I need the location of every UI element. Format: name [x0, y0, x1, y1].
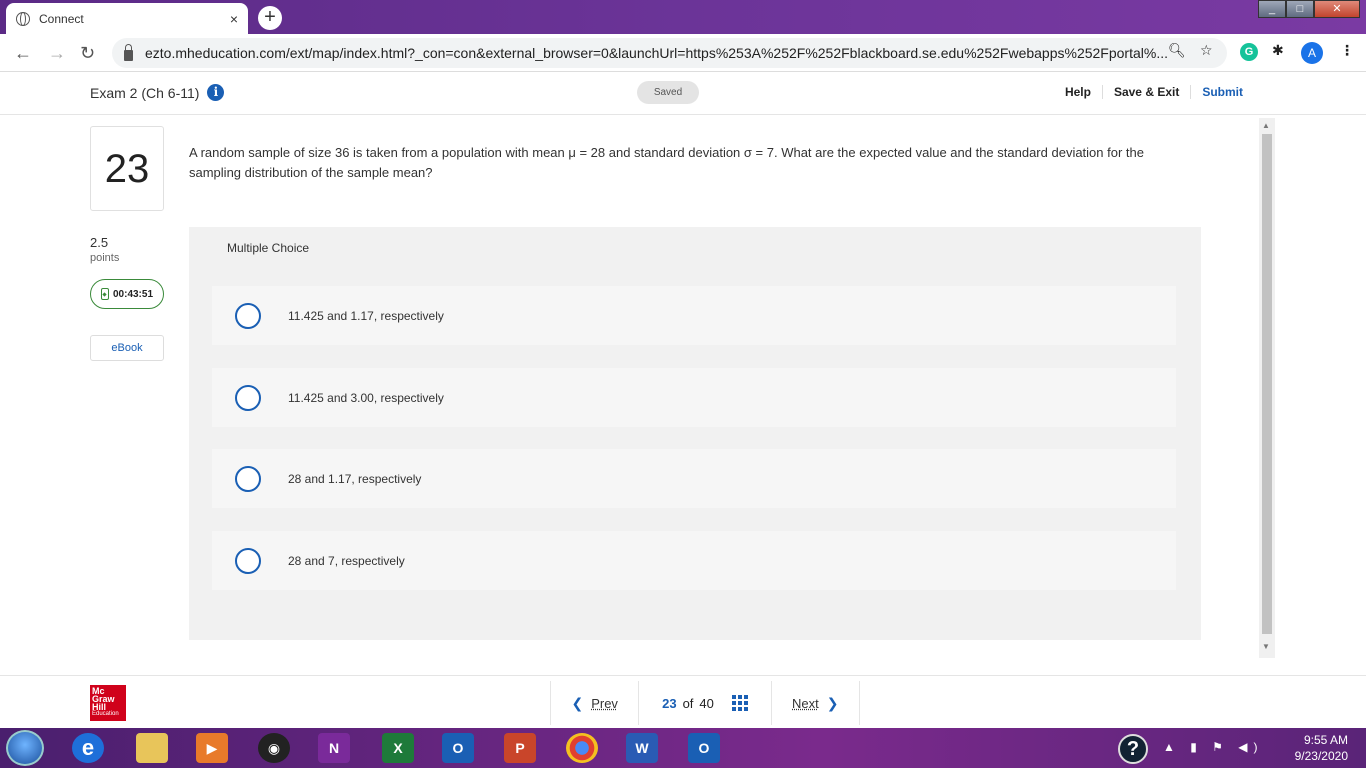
close-window-button[interactable]: ✕ [1314, 0, 1360, 18]
header-links: Help Save & Exit Submit [1054, 85, 1254, 99]
scrollbar-thumb[interactable] [1262, 134, 1272, 634]
points-value: 2.5 [90, 235, 109, 250]
back-icon[interactable]: ← [14, 43, 32, 64]
chevron-left-icon: ❮ [571, 694, 584, 711]
mcgraw-hill-logo: Mc Graw Hill Education [90, 685, 126, 721]
globe-icon [16, 11, 30, 26]
points-box: 2.5 points [90, 235, 119, 264]
powerpoint-icon[interactable]: P [504, 733, 536, 763]
radio-button[interactable] [235, 302, 261, 329]
file-explorer-icon[interactable] [136, 733, 168, 763]
next-button[interactable]: Next ❯ [772, 681, 859, 725]
radio-button[interactable] [235, 465, 261, 492]
answer-option[interactable]: 11.425 and 1.17, respectively [212, 286, 1176, 345]
chrome-icon[interactable] [566, 733, 598, 763]
zoom-icon[interactable]: 🔍︎ [1168, 42, 1186, 59]
answer-option[interactable]: 11.425 and 3.00, respectively [212, 368, 1176, 427]
bookmark-star-icon[interactable]: ☆ [1200, 42, 1213, 59]
exam-title: Exam 2 (Ch 6-11) i [90, 84, 225, 101]
scroll-down-icon[interactable]: ▼ [1262, 642, 1270, 651]
outlook-icon[interactable]: O [442, 733, 474, 763]
answer-option-text: 11.425 and 1.17, respectively [288, 308, 444, 323]
help-link[interactable]: Help [1054, 85, 1102, 99]
browser-tab-bar: Connect × + _ □ ✕ [0, 0, 1366, 34]
system-tray-icons[interactable]: ▲ ▮ ⚑ ◀) [1163, 740, 1263, 754]
radio-button[interactable] [235, 547, 261, 574]
scrollbar[interactable]: ▲ ▼ [1259, 118, 1275, 658]
profile-avatar[interactable]: A [1301, 42, 1323, 64]
internet-explorer-icon[interactable]: e [72, 733, 104, 763]
onenote-icon[interactable]: N [318, 733, 350, 763]
answer-option[interactable]: 28 and 1.17, respectively [212, 449, 1176, 508]
question-type-label: Multiple Choice [227, 241, 310, 255]
word-icon[interactable]: W [626, 733, 658, 763]
outlook-icon[interactable]: O [688, 733, 720, 763]
address-bar[interactable]: ezto.mheducation.com/ext/map/index.html?… [112, 38, 1227, 68]
next-label: Next [792, 695, 819, 711]
minimize-button[interactable]: _ [1258, 0, 1286, 18]
of-label: of [682, 695, 694, 711]
url-text: ezto.mheducation.com/ext/map/index.html?… [145, 45, 1168, 61]
help-icon[interactable]: ? [1118, 734, 1148, 764]
clock-date: 9/23/2020 [1294, 749, 1348, 763]
clock-time: 9:55 AM [1303, 733, 1348, 747]
answer-option-text: 11.425 and 3.00, respectively [288, 390, 444, 405]
window-controls: _ □ ✕ [1258, 0, 1360, 18]
total-questions: 40 [699, 695, 714, 711]
answer-option[interactable]: 28 and 7, respectively [212, 531, 1176, 590]
current-question: 23 [662, 695, 677, 711]
tab-close-icon[interactable]: × [230, 11, 238, 27]
start-button[interactable] [6, 730, 44, 766]
logo-line: Education [92, 711, 119, 717]
question-number: 23 [90, 126, 164, 211]
forward-icon[interactable]: → [48, 43, 66, 64]
points-label: points [90, 252, 120, 264]
reload-icon[interactable]: ↻ [80, 43, 95, 64]
info-icon[interactable]: i [207, 84, 225, 101]
multiple-choice-panel: Multiple Choice 11.425 and 1.17, respect… [189, 227, 1201, 640]
lock-icon [124, 43, 133, 61]
question-text: A random sample of size 36 is taken from… [189, 145, 1144, 180]
prev-label: Prev [591, 695, 618, 711]
browser-tab[interactable]: Connect × [6, 3, 248, 34]
prev-button[interactable]: ❮ Prev [551, 681, 638, 725]
excel-icon[interactable]: X [382, 733, 414, 763]
new-tab-button[interactable]: + [258, 6, 282, 30]
exam-header: Exam 2 (Ch 6-11) i Saved Help Save & Exi… [0, 72, 1366, 115]
windows-taskbar: e ▶ ◉ N X O P W O ? ▲ ▮ ⚑ ◀) 9:55 AM 9/2… [0, 728, 1366, 768]
save-exit-link[interactable]: Save & Exit [1101, 85, 1190, 99]
saved-status-badge: Saved [637, 81, 699, 104]
answer-option-text: 28 and 1.17, respectively [288, 471, 422, 486]
extensions-icon[interactable]: ✱ [1272, 42, 1284, 59]
menu-kebab-icon[interactable]: ⋮ [1340, 42, 1354, 59]
question-counter[interactable]: 23 of 40 [638, 681, 772, 725]
exam-footer: Mc Graw Hill Education ❮ Prev 23 of 40 N… [0, 675, 1366, 728]
timer-text: 00:43:51 [112, 288, 154, 300]
hourglass-icon [100, 288, 109, 300]
camera-icon[interactable]: ◉ [258, 733, 290, 763]
ebook-button[interactable]: eBook [90, 335, 164, 361]
submit-link[interactable]: Submit [1190, 85, 1254, 99]
answer-option-text: 28 and 7, respectively [288, 553, 405, 568]
question-pager: ❮ Prev 23 of 40 Next ❯ [550, 681, 860, 725]
exam-title-text: Exam 2 (Ch 6-11) [90, 84, 200, 101]
media-player-icon[interactable]: ▶ [196, 733, 228, 763]
timer-badge[interactable]: 00:43:51 [90, 279, 164, 309]
radio-button[interactable] [235, 384, 261, 411]
chevron-right-icon: ❯ [826, 694, 839, 711]
clock[interactable]: 9:55 AM 9/23/2020 [1295, 732, 1348, 764]
maximize-button[interactable]: □ [1286, 0, 1314, 18]
grammarly-icon[interactable]: G [1240, 43, 1258, 61]
grid-icon[interactable] [731, 695, 748, 711]
scroll-up-icon[interactable]: ▲ [1262, 121, 1270, 130]
tab-title: Connect [39, 11, 84, 26]
browser-toolbar: ← → ↻ ezto.mheducation.com/ext/map/index… [0, 34, 1366, 72]
